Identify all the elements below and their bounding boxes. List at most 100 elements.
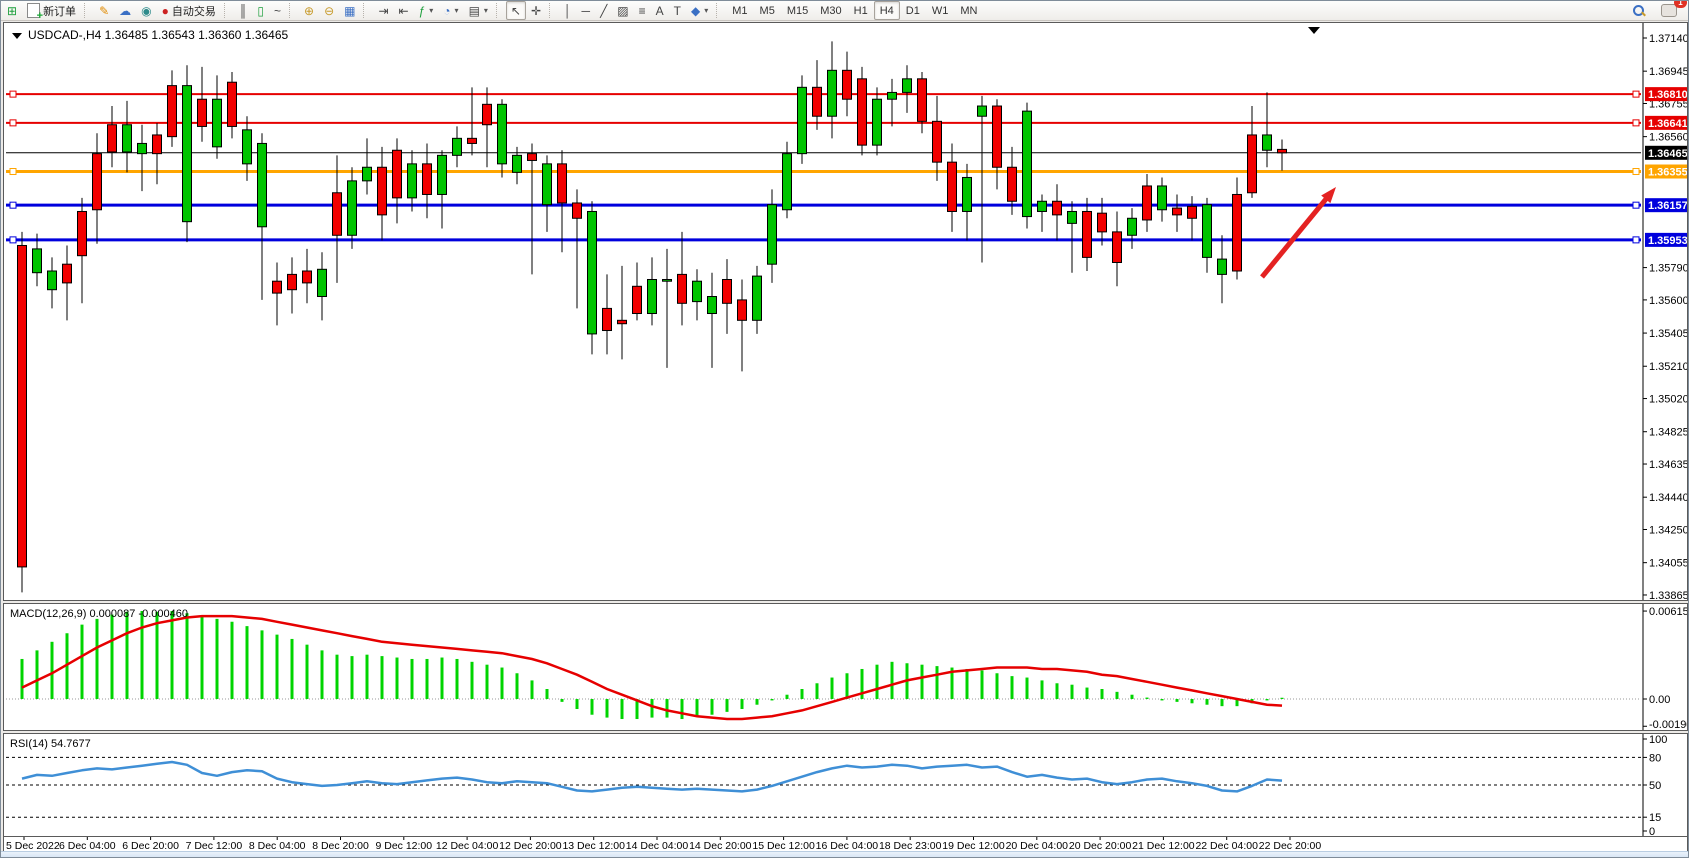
candle — [483, 104, 492, 124]
mt4-terminal-window: ⊞ 新订单 ✎ ☁ ◉ ● 自动交易 ║ ▯ ~ ⊕ ⊖ ▦ — [0, 0, 1689, 858]
time-axis[interactable]: 5 Dec 20226 Dec 04:006 Dec 20:007 Dec 12… — [3, 837, 1688, 851]
candle — [1008, 167, 1017, 201]
text-label-icon: T — [674, 5, 681, 17]
chart-shift-button[interactable]: ⇤ — [394, 1, 414, 20]
search-button[interactable] — [1628, 1, 1650, 20]
community-button[interactable]: ☁ — [114, 1, 136, 20]
candle — [648, 279, 657, 313]
candle — [408, 164, 417, 198]
bar-chart-button[interactable]: ║ — [234, 1, 253, 20]
candle — [1188, 206, 1197, 218]
candle — [513, 155, 522, 172]
price-tick-label: 1.36945 — [1649, 66, 1687, 78]
text-label-tool-button[interactable]: T — [669, 1, 686, 20]
candlestick-button[interactable]: ▯ — [252, 1, 269, 20]
text-icon: A — [656, 5, 664, 17]
price-tick-label: 1.34825 — [1649, 427, 1687, 439]
vertical-line-tool-button[interactable]: │ — [559, 1, 577, 20]
timeframe-button-m1[interactable]: M1 — [726, 1, 753, 20]
bar-chart-icon: ║ — [239, 5, 248, 17]
indicators-button[interactable]: ƒ▾ — [414, 1, 439, 20]
price-line-label: 1.35953 — [1648, 235, 1687, 247]
fibonacci-tool-button[interactable]: ≡ — [634, 1, 651, 20]
candle — [393, 150, 402, 198]
periods-button[interactable]: ◔▾ — [438, 1, 463, 20]
candle — [48, 271, 57, 290]
candle — [1038, 201, 1047, 211]
main-chart-panel[interactable]: 1.371401.369451.367551.365601.357901.356… — [3, 22, 1688, 601]
time-label: 9 Dec 12:00 — [375, 840, 432, 851]
toolbar-separator — [84, 3, 91, 18]
signals-button[interactable]: ◉ — [136, 1, 156, 20]
toolbar-separator — [224, 3, 231, 18]
notifications-button[interactable]: 1 — [1656, 1, 1682, 20]
line-anchor-marker[interactable] — [10, 169, 16, 175]
horizontal-line-tool-button[interactable]: ─ — [577, 1, 596, 20]
crayon-button[interactable]: ✎ — [94, 1, 114, 20]
time-label: 15 Dec 12:00 — [752, 840, 815, 851]
line-anchor-marker[interactable] — [1633, 91, 1639, 97]
candle — [1278, 149, 1287, 152]
zoom-in-button[interactable]: ⊕ — [299, 1, 319, 20]
candle — [333, 193, 342, 236]
macd-indicator-panel[interactable]: 0.006150.00-0.001906MACD(12,26,9) 0.0000… — [3, 603, 1688, 731]
line-anchor-marker[interactable] — [10, 120, 16, 126]
price-tick-label: 1.37140 — [1649, 33, 1687, 45]
timeframe-button-m5[interactable]: M5 — [754, 1, 781, 20]
timeframe-button-w1[interactable]: W1 — [926, 1, 955, 20]
line-anchor-marker[interactable] — [1633, 120, 1639, 126]
candle — [1203, 205, 1212, 258]
candle — [873, 99, 882, 145]
timeframe-label: H4 — [880, 5, 894, 17]
timeframe-button-m30[interactable]: M30 — [814, 1, 847, 20]
candle — [888, 92, 897, 99]
time-label: 8 Dec 04:00 — [249, 840, 306, 851]
candle — [573, 203, 582, 218]
line-chart-button[interactable]: ~ — [269, 1, 286, 20]
line-anchor-marker[interactable] — [10, 202, 16, 208]
toolbar: ⊞ 新订单 ✎ ☁ ◉ ● 自动交易 ║ ▯ ~ ⊕ ⊖ ▦ — [1, 1, 1688, 21]
zoom-out-button[interactable]: ⊖ — [319, 1, 339, 20]
candle — [468, 138, 477, 143]
timeframe-button-h4[interactable]: H4 — [874, 1, 900, 20]
time-label: 5 Dec 2022 — [6, 840, 60, 851]
channel-tool-button[interactable]: ▨ — [612, 1, 633, 20]
autotrading-button[interactable]: ● 自动交易 — [157, 1, 221, 20]
line-anchor-marker[interactable] — [1633, 237, 1639, 243]
time-label: 19 Dec 12:00 — [942, 840, 1005, 851]
candle — [843, 70, 852, 99]
new-chart-icon: ⊞ — [7, 5, 17, 17]
arrows-tool-button[interactable]: ◆▾ — [686, 1, 713, 20]
line-anchor-marker[interactable] — [1633, 169, 1639, 175]
line-anchor-marker[interactable] — [1633, 202, 1639, 208]
price-tick-label: 1.36560 — [1649, 132, 1687, 144]
new-chart-button[interactable]: ⊞ — [2, 1, 22, 20]
timeframe-button-m15[interactable]: M15 — [781, 1, 814, 20]
chart-title: USDCAD-,H4 1.36485 1.36543 1.36360 1.364… — [28, 28, 289, 42]
crosshair-tool-button[interactable]: ✛ — [526, 1, 546, 20]
tile-windows-button[interactable]: ▦ — [339, 1, 360, 20]
new-order-button[interactable]: 新订单 — [22, 1, 81, 20]
timeframe-button-mn[interactable]: MN — [954, 1, 983, 20]
line-anchor-marker[interactable] — [10, 91, 16, 97]
templates-button[interactable]: ▤▾ — [464, 1, 493, 20]
candlestick-icon: ▯ — [257, 5, 264, 17]
toolbar-separator — [549, 3, 556, 18]
chart-shift-icon: ⇤ — [399, 5, 409, 17]
auto-scroll-button[interactable]: ⇥ — [373, 1, 393, 20]
cursor-tool-button[interactable]: ↖ — [506, 1, 526, 20]
toolbar-separator — [363, 3, 370, 18]
timeframe-button-h1[interactable]: H1 — [848, 1, 874, 20]
line-anchor-marker[interactable] — [10, 237, 16, 243]
candle — [963, 177, 972, 211]
text-tool-button[interactable]: A — [651, 1, 669, 20]
rsi-indicator-panel[interactable]: 1008050150RSI(14) 54.7677 — [3, 733, 1688, 837]
timeframe-label: M1 — [732, 5, 747, 17]
trendline-icon: ╱ — [600, 5, 607, 17]
timeframe-button-d1[interactable]: D1 — [900, 1, 926, 20]
price-tick-label: 1.33865 — [1649, 590, 1687, 600]
price-tick-label: 1.35210 — [1649, 361, 1687, 373]
candle — [768, 205, 777, 265]
rsi-axis-label: 50 — [1649, 780, 1661, 792]
trendline-tool-button[interactable]: ╱ — [595, 1, 612, 20]
